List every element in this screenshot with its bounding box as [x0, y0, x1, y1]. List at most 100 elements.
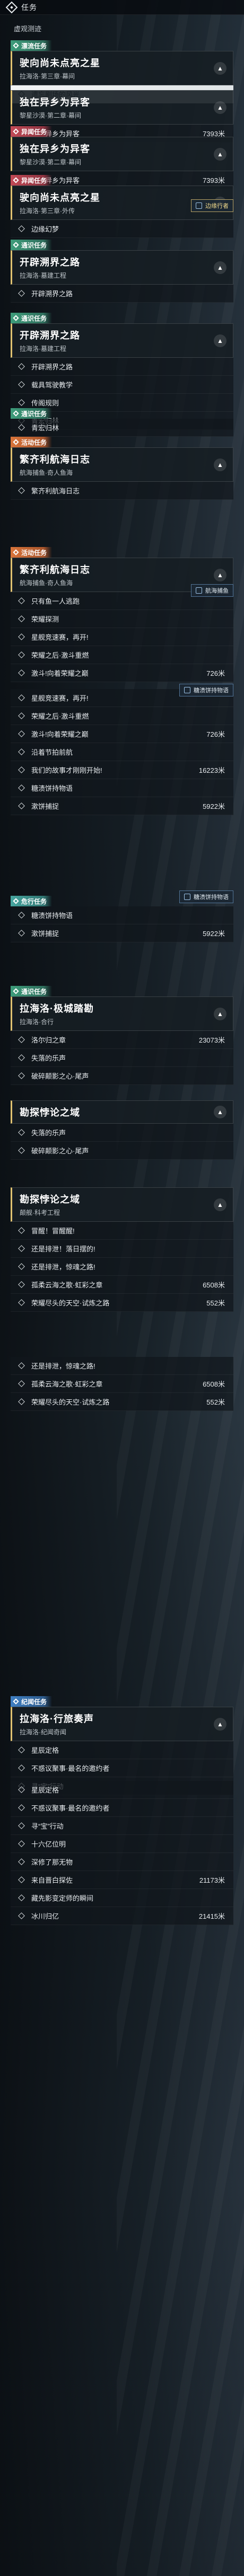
step-diamond-icon [18, 633, 25, 640]
step-label: 还是排泄，惊魂之路! [31, 1263, 95, 1271]
quest-card[interactable]: 驶向尚未点亮之星 拉海洛·第三章·幕间 ▲ [11, 51, 233, 85]
quest-step-row[interactable]: 孤柔云海之歌·虹彩之章 6508米 [11, 1276, 233, 1294]
quest-section-s14: 勘探悖论之域 颠舰·科考工程 ▲ 冒醒！冒醒醒! 还是排泄！落日摆的! 还是排泄，惊魂之路… [11, 1187, 233, 1312]
quest-card[interactable]: 独在异乡为异客 黎星沙漠·第二章·幕间 ▲ [11, 137, 233, 171]
quest-section-s13: 勘探悖论之域 ▲ 失落的乐声 破碎颠影之心·尾声 [11, 1100, 233, 1160]
quest-card[interactable]: 勘探悖论之域 颠舰·科考工程 ▲ [11, 1187, 233, 1222]
quest-location: 拉海洛·第三章·幕间 [20, 73, 75, 80]
quest-category-tag: 异闻任务 [11, 175, 53, 186]
quest-step-row[interactable]: 十六亿位明 [11, 1835, 233, 1853]
collapse-chevron-icon[interactable]: ▲ [214, 101, 226, 114]
collapse-chevron-icon[interactable]: ▲ [214, 458, 226, 471]
step-label: 青宏归林 [31, 424, 59, 432]
step-distance: 23073米 [198, 1036, 225, 1044]
step-diamond-icon [18, 730, 25, 737]
step-label: 激斗!向着荣耀之巅 [31, 730, 89, 738]
collapse-chevron-icon[interactable]: ▲ [214, 1007, 226, 1020]
quest-step-row[interactable]: 开辟溯界之路 [11, 358, 233, 376]
quest-title: 驶向尚未点亮之星 [20, 58, 100, 68]
collapse-chevron-icon[interactable]: ▲ [214, 568, 226, 581]
quest-step-row[interactable]: 来自晋白探佐 21173米 [11, 1871, 233, 1889]
quest-section-s16: 纪闻任务拉海洛·行旅奏声拉海洛·纪闻奇闻▲星辰定格不惑议聚事·最名的邀约者寻“宝… [11, 1696, 233, 1795]
quest-step-row[interactable]: 边缘幻梦 [11, 220, 233, 238]
collapse-chevron-icon[interactable]: ▲ [214, 61, 226, 75]
quest-step-row[interactable]: 糖渍饼持物语 [11, 906, 233, 924]
collapse-chevron-icon[interactable]: ▲ [214, 1198, 226, 1211]
quest-step-row[interactable]: 失落的乐声 [11, 1049, 233, 1067]
quest-step-row[interactable]: 冒醒！冒醒醒! [11, 1222, 233, 1240]
quest-card[interactable]: 开辟溯界之路 拉海洛·墓建工程 ▲ [11, 323, 233, 358]
quest-step-row[interactable]: 不惑议聚事·最名的邀约者 [11, 1799, 233, 1817]
quest-step-row[interactable]: 繁齐利航海日志 [11, 482, 233, 500]
tracking-hint[interactable]: 航海捕鱼 [191, 584, 233, 597]
category-label: 纪闻任务 [21, 1698, 47, 1706]
step-label: 破碎颠影之心·尾声 [31, 1072, 89, 1080]
collapse-chevron-icon[interactable]: ▲ [214, 1106, 226, 1118]
tracking-hint[interactable]: 糖渍饼持物语 [179, 684, 233, 696]
quest-step-row[interactable]: 激斗!向着荣耀之巅 726米 [11, 664, 233, 682]
quest-step-row[interactable]: 沿着节拍前航 [11, 743, 233, 761]
quest-card[interactable]: 勘探悖论之域 ▲ [11, 1100, 233, 1124]
step-label: 激斗!向着荣耀之巅 [31, 669, 89, 677]
quest-step-row[interactable]: 开辟溯界之路 [11, 285, 233, 303]
quest-card[interactable]: 拉海洛·极城踏勘 拉海洛·合行 ▲ [11, 996, 233, 1031]
quest-step-row[interactable]: 载具驾驶教学 [11, 376, 233, 394]
quest-step-row[interactable]: 藏先影变定师的瞬间 [11, 1889, 233, 1907]
category-label: 异闻任务 [21, 177, 47, 184]
step-diamond-icon [18, 424, 25, 431]
step-label: 荣耀之后·激斗重燃 [31, 651, 89, 659]
quest-step-row[interactable]: 荣耀探测 [11, 610, 233, 628]
step-diamond-icon [18, 487, 25, 494]
step-label: 糖渍饼持物语 [31, 784, 73, 792]
quest-step-row[interactable]: 破碎颠影之心·尾声 [11, 1142, 233, 1160]
step-diamond-icon [18, 1765, 25, 1771]
quest-card[interactable]: 开辟溯界之路 拉海洛·墓建工程 ▲ [11, 250, 233, 285]
step-label: 星辰定格 [31, 1786, 59, 1794]
quest-location: 航海捕鱼·奇人鱼海 [20, 469, 73, 477]
collapse-chevron-icon[interactable]: ▲ [214, 261, 226, 274]
quest-step-row[interactable]: 洛尔归之章 23073米 [11, 1031, 233, 1049]
quest-step-row[interactable]: 还是排泄，惊魂之路! [11, 1258, 233, 1276]
quest-category-tag: 通识任务 [11, 986, 53, 996]
quest-card[interactable]: 独在异乡为异客 黎星沙漠·第二章·幕间 ▲ [11, 90, 233, 125]
quest-card[interactable]: 繁齐利航海日志 航海捕鱼·奇人鱼海 ▲ [11, 447, 233, 482]
quest-step-row[interactable]: 青宏归林 [11, 419, 233, 437]
step-diamond-icon [18, 1281, 25, 1288]
quest-step-row[interactable]: 破碎颠影之心·尾声 [11, 1067, 233, 1085]
quest-step-row[interactable]: 荣耀之后·激斗重燃 [11, 646, 233, 664]
quest-step-row[interactable]: 荣耀尽头的天空·试炼之路 552米 [11, 1393, 233, 1411]
tracking-hint[interactable]: 糖渍饼持物语 [179, 890, 233, 903]
header-title: 任务 [21, 3, 37, 12]
quest-step-row[interactable]: 激斗!向着荣耀之巅 726米 [11, 725, 233, 743]
step-diamond-icon [18, 912, 25, 919]
quest-step-row[interactable]: 我们的故事才刚刚开始! 16223米 [11, 761, 233, 779]
quest-step-row[interactable]: 糖渍饼持物语 [11, 779, 233, 797]
quest-step-row[interactable]: 荣耀之后·激斗重燃 [11, 707, 233, 725]
quest-step-row[interactable]: 冰川归亿 21415米 [11, 1907, 233, 1925]
quest-step-row[interactable]: 星辰定格 [11, 1741, 233, 1759]
quest-step-row[interactable]: 孤柔云海之歌·虹彩之章 6508米 [11, 1375, 233, 1393]
quest-step-row[interactable]: 失落的乐声 [11, 1124, 233, 1142]
step-diamond-icon [18, 1036, 25, 1043]
step-label: 荣耀之后·激斗重燃 [31, 712, 89, 720]
step-distance: 5922米 [203, 802, 225, 810]
quest-step-row[interactable]: 深修了那无物 [11, 1853, 233, 1871]
quest-step-row[interactable]: 荣耀尽头的天空·试炼之路 552米 [11, 1294, 233, 1312]
quest-card[interactable]: 拉海洛·行旅奏声 拉海洛·纪闻奇闻 ▲ [11, 1707, 233, 1741]
quest-step-row[interactable]: 漱饼捕捉 5922米 [11, 797, 233, 815]
quest-step-row[interactable]: 星辰定格 [11, 1781, 233, 1799]
quest-step-row[interactable]: 不惑议聚事·最名的邀约者 [11, 1759, 233, 1777]
collapse-chevron-icon[interactable]: ▲ [214, 1717, 226, 1731]
collapse-chevron-icon[interactable]: ▲ [214, 334, 226, 347]
quest-location: 颠舰·科考工程 [20, 1209, 60, 1216]
quest-step-row[interactable]: 还是排泄！落日摆的! [11, 1240, 233, 1258]
quest-step-row[interactable]: 漱饼捕捉 5922米 [11, 924, 233, 942]
quest-step-row[interactable]: 还是排泄，惊魂之路! [11, 1357, 233, 1375]
quest-step-row[interactable]: 寻“宝”行动 [11, 1817, 233, 1835]
tracking-hint[interactable]: 边缘行者 [191, 199, 233, 212]
quest-title: 繁齐利航海日志 [20, 564, 90, 575]
step-label: 洛尔归之章 [31, 1036, 66, 1044]
quest-step-row[interactable]: 星舰竞速赛，再开! [11, 628, 233, 646]
step-label: 我们的故事才刚刚开始! [31, 766, 102, 774]
collapse-chevron-icon[interactable]: ▲ [214, 147, 226, 161]
